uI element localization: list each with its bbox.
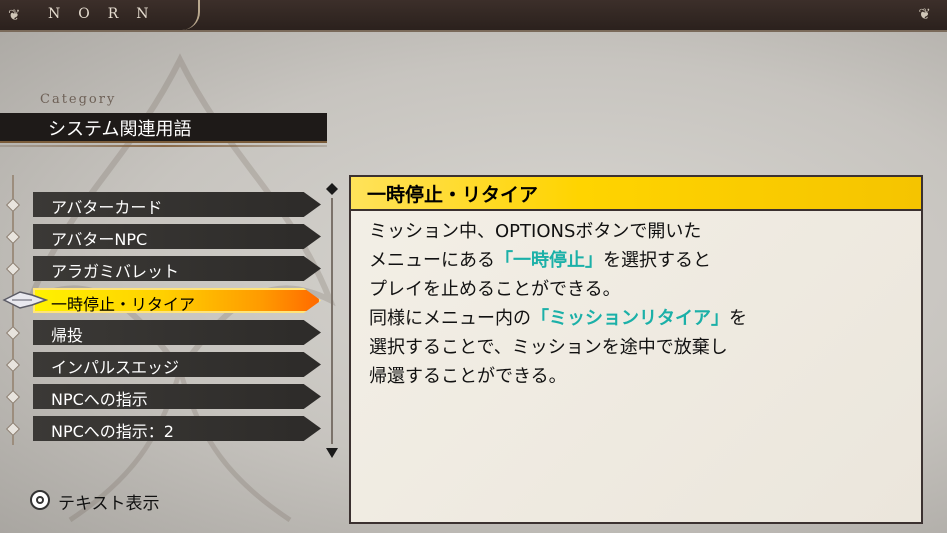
list-item[interactable]: 帰投 [33,320,321,345]
list-item[interactable]: アバターカード [33,192,321,217]
leaf-emblem-icon: ❦ [8,6,21,24]
detail-line: ミッション中、OPTIONSボタンで開いた [369,221,702,242]
scroll-up-icon[interactable] [326,183,338,195]
category-heading: Category [40,92,117,107]
list-item[interactable]: アラガミバレット [33,256,321,281]
detail-title-bar: 一時停止・リタイア [351,177,921,211]
list-item-selected[interactable]: 一時停止・リタイア [33,288,321,313]
leaf-emblem-right-icon: ❦ [918,5,931,23]
list-item[interactable]: NPCへの指示 [33,384,321,409]
scroll-down-icon[interactable] [326,448,338,458]
detail-line: 選択することで、ミッションを途中で放棄し [369,337,728,358]
highlight-term: 「ミッションリタイア」 [531,308,729,329]
scrollbar-track[interactable] [331,198,333,444]
title-divider [176,0,200,30]
detail-line: 同様にメニュー内の「ミッションリタイア」を [369,308,747,329]
list-item[interactable]: NPCへの指示：2 [33,416,321,441]
app-title: NORN [48,6,167,22]
selection-cursor-icon [2,291,48,309]
text-display-label: テキスト表示 [58,494,160,514]
category-value: システム関連用語 [48,119,192,140]
category-selector[interactable]: システム関連用語 [0,113,327,143]
detail-panel: 一時停止・リタイア ミッション中、OPTIONSボタンで開いた メニューにある「… [349,175,923,524]
detail-title: 一時停止・リタイア [367,184,539,206]
list-item[interactable]: アバターNPC [33,224,321,249]
circle-button-icon [30,490,50,510]
highlight-term: 「一時停止」 [495,250,603,271]
detail-line: メニューにある「一時停止」を選択すると [369,250,711,271]
detail-line: プレイを止めることができる。 [369,279,621,300]
list-item[interactable]: インパルスエッジ [33,352,321,377]
detail-line: 帰還することができる。 [369,366,567,387]
category-divider [0,145,327,147]
detail-text: ミッション中、OPTIONSボタンで開いた メニューにある「一時停止」を選択する… [369,217,747,391]
top-bar: ❦ NORN ❦ [0,0,947,32]
